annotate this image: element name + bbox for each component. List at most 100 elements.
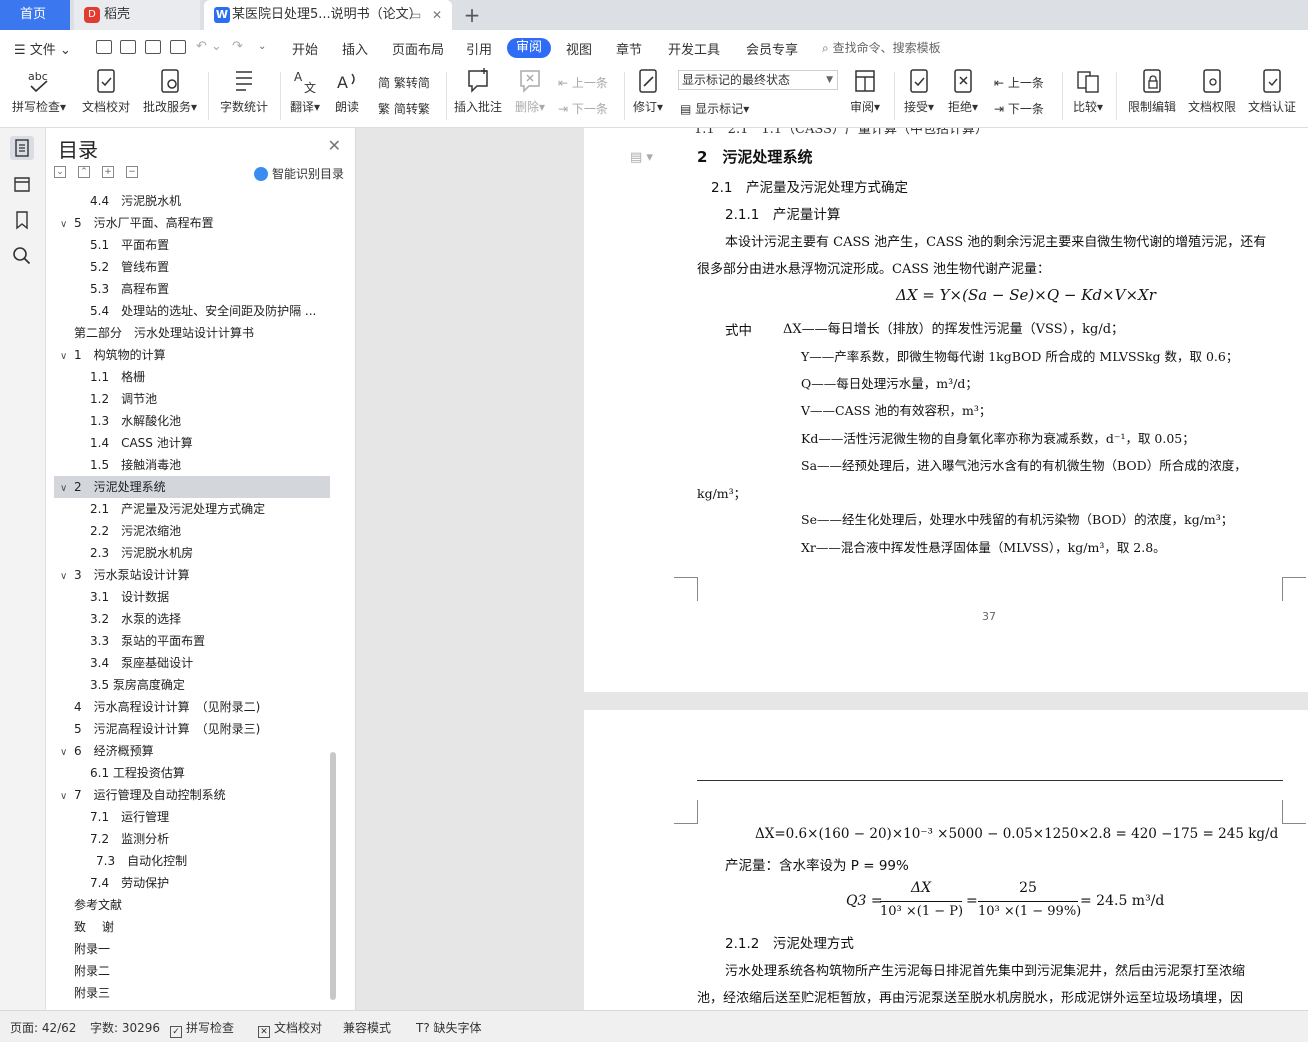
chevron-down-icon[interactable]: ∨ — [60, 478, 74, 500]
toc-item[interactable]: ∨ 3 污水泵站设计计算 — [54, 564, 330, 586]
to-traditional-button[interactable]: 简 繁转简 — [378, 74, 430, 91]
toc-item[interactable]: 1.4 CASS 池计算 — [54, 432, 330, 454]
menu-vip[interactable]: 会员专享 — [746, 39, 798, 58]
toc-item[interactable]: 第二部分 污水处理站设计计算书 — [54, 322, 330, 344]
toc-item[interactable]: 1.5 接触消毒池 — [54, 454, 330, 476]
toc-item[interactable]: ∨ 1 构筑物的计算 — [54, 344, 330, 366]
print-icon[interactable] — [145, 40, 161, 54]
new-tab-icon[interactable]: + — [462, 0, 482, 30]
reject-button[interactable]: 拒绝▾ — [944, 68, 982, 115]
toc-item[interactable]: 2.2 污泥浓缩池 — [54, 520, 330, 542]
toc-item[interactable]: ∨ 5 污水厂平面、高程布置 — [54, 212, 330, 234]
toc-item[interactable]: 2.1 产泥量及污泥处理方式确定 — [54, 498, 330, 520]
toc-item[interactable]: 3.1 设计数据 — [54, 586, 330, 608]
toc-item[interactable]: 1.3 水解酸化池 — [54, 410, 330, 432]
toc-item[interactable]: 4 污水高程设计计算 （见附录二) — [54, 696, 330, 718]
toc-item[interactable]: 参考文献 — [54, 894, 330, 916]
prev-comment-button[interactable]: ⇤ 上一条 — [558, 74, 608, 91]
prev-change-button[interactable]: ⇤ 上一条 — [994, 74, 1044, 91]
menu-view[interactable]: 视图 — [566, 39, 592, 58]
toc-item[interactable]: 2.3 污泥脱水机房 — [54, 542, 330, 564]
toc-item[interactable]: 5 污泥高程设计计算 （见附录三) — [54, 718, 330, 740]
close-icon[interactable]: ✕ — [328, 136, 341, 155]
chevron-down-icon[interactable]: ∨ — [60, 742, 74, 764]
toc-item[interactable]: 5.4 处理站的选址、安全间距及防护隔 ... — [54, 300, 330, 322]
missing-font-button[interactable]: T? 缺失字体 — [416, 1019, 482, 1036]
status-doc-proof[interactable]: ✕ 文档校对 — [258, 1019, 322, 1038]
toc-item[interactable]: 7.4 劳动保护 — [54, 872, 330, 894]
read-aloud-button[interactable]: A 朗读 — [330, 68, 364, 115]
to-simplified-button[interactable]: 繁 简转繁 — [378, 100, 430, 117]
toc-item[interactable]: 附录三 — [54, 982, 330, 1004]
toc-item[interactable]: 5.3 高程布置 — [54, 278, 330, 300]
toc-item[interactable]: 3.4 泵座基础设计 — [54, 652, 330, 674]
chapter-nav-icon[interactable] — [10, 172, 34, 196]
float-window-icon[interactable]: ▭ — [410, 0, 421, 30]
toc-item[interactable]: 5.1 平面布置 — [54, 234, 330, 256]
chevron-down-icon[interactable]: ∨ — [60, 346, 74, 368]
toc-item[interactable]: ∨ 7 运行管理及自动控制系统 — [54, 784, 330, 806]
tab-document[interactable]: W 某医院日处理5...说明书（论文） ▭ ✕ — [204, 0, 452, 30]
toc-item[interactable]: 4.4 污泥脱水机 — [54, 190, 330, 212]
toc-item[interactable]: ∨ 2 污泥处理系统 — [54, 476, 330, 498]
markup-state-select[interactable]: 显示标记的最终状态 ▼ — [678, 70, 838, 90]
toc-item[interactable]: ∨ 6 经济概预算 — [54, 740, 330, 762]
word-count-indicator[interactable]: 字数: 30296 — [90, 1019, 160, 1036]
menu-devtools[interactable]: 开发工具 — [668, 39, 720, 58]
menu-insert[interactable]: 插入 — [342, 39, 368, 58]
toc-item[interactable]: 5.2 管线布置 — [54, 256, 330, 278]
spell-check-button[interactable]: abc 拼写检查▾ — [8, 68, 70, 115]
word-count-button[interactable]: 字数统计 — [216, 68, 272, 115]
tab-daoke[interactable]: D 稻壳 — [74, 0, 200, 30]
track-changes-button[interactable]: 修订▾ — [630, 68, 666, 115]
toc-item[interactable]: 附录一 — [54, 938, 330, 960]
collapse-all-icon[interactable]: ⌄ — [54, 166, 66, 178]
toc-item[interactable]: 7.2 监测分析 — [54, 828, 330, 850]
doc-permission-button[interactable]: 文档权限 — [1184, 68, 1240, 115]
command-search[interactable]: ⌕ 查找命令、搜索模板 — [822, 39, 941, 56]
add-heading-icon[interactable]: + — [102, 166, 114, 178]
undo-icon[interactable]: ↶ ⌄ — [196, 39, 222, 54]
next-comment-button[interactable]: ⇥ 下一条 — [558, 100, 608, 117]
menu-layout[interactable]: 页面布局 — [392, 39, 444, 58]
toc-panel-icon[interactable] — [10, 136, 34, 160]
show-markup-button[interactable]: ▤ 显示标记▾ — [680, 100, 749, 117]
close-tab-icon[interactable]: ✕ — [432, 0, 442, 30]
annot-service-button[interactable]: 批改服务▾ — [140, 68, 200, 115]
delete-comment-button[interactable]: 删除▾ — [510, 68, 550, 115]
accept-button[interactable]: 接受▾ — [900, 68, 938, 115]
page-indicator[interactable]: 页面: 42/62 — [10, 1019, 76, 1036]
chevron-down-icon[interactable]: ∨ — [60, 566, 74, 588]
save-icon[interactable] — [96, 40, 112, 54]
toc-scrollbar[interactable] — [330, 752, 336, 1000]
expand-all-icon[interactable]: ⌃ — [78, 166, 90, 178]
toc-item[interactable]: 1.1 格栅 — [54, 366, 330, 388]
toc-item[interactable]: 6.1 工程投资估算 — [54, 762, 330, 784]
toc-item[interactable]: 3.3 泵站的平面布置 — [54, 630, 330, 652]
doc-auth-button[interactable]: 文档认证 — [1244, 68, 1300, 115]
remove-heading-icon[interactable]: − — [126, 166, 138, 178]
toc-item[interactable]: 致 谢 — [54, 916, 330, 938]
doc-check-button[interactable]: 文档校对 — [78, 68, 134, 115]
quick-access-more-icon[interactable]: ⌄ — [258, 41, 266, 52]
toc-item[interactable]: 3.5 泵房高度确定 — [54, 674, 330, 696]
chevron-down-icon[interactable]: ∨ — [60, 214, 74, 236]
print-preview-icon[interactable] — [170, 40, 186, 54]
export-pdf-icon[interactable] — [120, 40, 136, 54]
file-menu[interactable]: ☰ 文件 ⌄ — [14, 39, 71, 58]
redo-icon[interactable]: ↷ — [232, 39, 243, 54]
menu-chapter[interactable]: 章节 — [616, 39, 642, 58]
next-change-button[interactable]: ⇥ 下一条 — [994, 100, 1044, 117]
search-icon[interactable] — [10, 244, 34, 268]
smart-toc-button[interactable]: 智能识别目录 — [254, 165, 344, 182]
review-pane-button[interactable]: 审阅▾ — [846, 68, 884, 115]
toc-item[interactable]: 附录二 — [54, 960, 330, 982]
toc-item[interactable]: 7.3 自动化控制 — [54, 850, 330, 872]
translate-button[interactable]: A文 翻译▾ — [286, 68, 324, 115]
menu-reference[interactable]: 引用 — [466, 39, 492, 58]
bookmark-icon[interactable] — [10, 208, 34, 232]
restrict-edit-button[interactable]: 限制编辑 — [1124, 68, 1180, 115]
toc-item[interactable]: 1.2 调节池 — [54, 388, 330, 410]
tab-home[interactable]: 首页 — [0, 0, 70, 30]
toc-item[interactable]: 3.2 水泵的选择 — [54, 608, 330, 630]
